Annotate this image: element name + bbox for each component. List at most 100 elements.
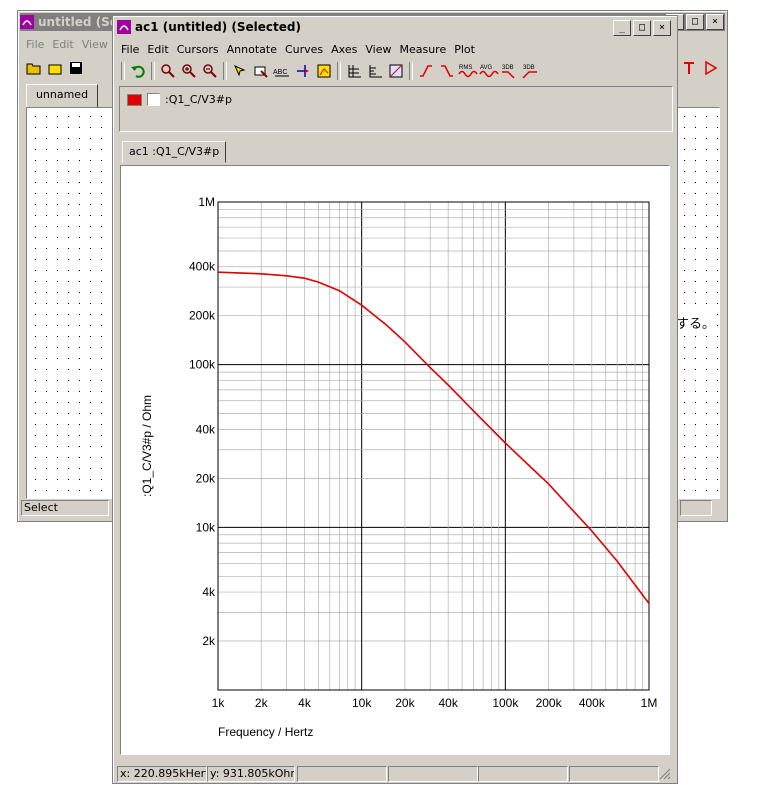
bg-maximize-button[interactable]: □ bbox=[686, 14, 704, 30]
bg-menu-view[interactable]: View bbox=[78, 38, 112, 51]
avg-label: AVG bbox=[480, 65, 493, 71]
status-cell bbox=[569, 766, 659, 782]
maximize-button[interactable]: □ bbox=[633, 20, 651, 36]
tab-plot[interactable]: ac1 :Q1_C/V3#p bbox=[122, 141, 227, 163]
toolbar-separator bbox=[121, 62, 125, 80]
y-tick-label: 10k bbox=[196, 520, 216, 534]
menu-curves[interactable]: Curves bbox=[281, 43, 327, 56]
open-folder-icon[interactable] bbox=[24, 58, 44, 78]
plot-window-titlebar[interactable]: ac1 (untitled) (Selected) bbox=[115, 18, 675, 36]
series-line[interactable] bbox=[217, 271, 650, 604]
y-tick-label: 200k bbox=[189, 309, 216, 323]
plot-window-title: ac1 (untitled) (Selected) bbox=[135, 20, 301, 34]
bg-close-button[interactable]: × bbox=[706, 14, 724, 30]
tab-plot-label: ac1 :Q1_C/V3#p bbox=[129, 145, 220, 158]
legend-entry[interactable]: :Q1_C/V3#p bbox=[127, 93, 232, 106]
rms-icon[interactable]: RMS bbox=[458, 61, 478, 81]
zoom-out-icon[interactable] bbox=[200, 61, 220, 81]
undo-icon[interactable] bbox=[128, 61, 148, 81]
3db-low-label: 3DB bbox=[502, 65, 514, 71]
minimize-button[interactable]: _ bbox=[613, 20, 631, 36]
3db-low-icon[interactable]: 3DB bbox=[500, 61, 520, 81]
x-tick-label: 4k bbox=[298, 696, 312, 710]
status-y-readout: y: 931.805kOhm bbox=[207, 766, 295, 782]
trace-color-swatch[interactable] bbox=[127, 93, 142, 106]
zoom-icon[interactable] bbox=[158, 61, 178, 81]
background-toolbar-right bbox=[680, 58, 721, 78]
arrow-flag-icon[interactable] bbox=[701, 58, 721, 78]
save-icon[interactable] bbox=[66, 58, 86, 78]
cursor-marker-icon[interactable] bbox=[293, 61, 313, 81]
pan-icon[interactable] bbox=[230, 61, 250, 81]
measure-icon[interactable] bbox=[314, 61, 334, 81]
plot-toolbar: ABC RMS AVG 3DB 3DB bbox=[119, 61, 541, 81]
y-tick-label: 2k bbox=[202, 634, 216, 648]
select-icon[interactable] bbox=[251, 61, 271, 81]
menu-edit[interactable]: Edit bbox=[143, 43, 172, 56]
plot-area[interactable]: 1k 2k 4k 10k 20k 40k 100k 200k 400k 1M 2k 4k 10k 20k 4… bbox=[120, 165, 670, 755]
menu-file[interactable]: File bbox=[117, 43, 143, 56]
background-status: Select bbox=[21, 500, 109, 516]
abc-label: ABC bbox=[273, 69, 287, 76]
y-axis-label: :Q1_C/V3#p / Ohm bbox=[140, 395, 154, 497]
bg-menu-edit[interactable]: Edit bbox=[48, 38, 77, 51]
app-icon bbox=[117, 20, 131, 34]
plot-menubar: File Edit Cursors Annotate Curves Axes V… bbox=[117, 43, 673, 56]
status-cell bbox=[478, 766, 568, 782]
x-tick-label: 100k bbox=[492, 696, 519, 710]
trace-visible-checkbox[interactable] bbox=[147, 93, 160, 106]
legend-panel: :Q1_C/V3#p bbox=[119, 86, 673, 132]
x-tick-label: 1M bbox=[641, 696, 658, 710]
y-tick-label: 40k bbox=[196, 422, 216, 436]
frequency-response-chart[interactable]: 1k 2k 4k 10k 20k 40k 100k 200k 400k 1M 2k 4k 10k 20k 4… bbox=[121, 166, 667, 752]
x-tick-label: 40k bbox=[438, 696, 458, 710]
status-cell bbox=[297, 766, 387, 782]
background-toolbar bbox=[24, 58, 86, 78]
background-status-cell bbox=[680, 500, 712, 516]
menu-axes[interactable]: Axes bbox=[327, 43, 361, 56]
y-tick-label: 100k bbox=[189, 358, 216, 372]
trace-label: :Q1_C/V3#p bbox=[165, 93, 232, 106]
axes-ticks-icon[interactable] bbox=[365, 61, 385, 81]
app-icon bbox=[20, 15, 34, 29]
tab-unnamed-label: unnamed bbox=[35, 88, 89, 101]
menu-measure[interactable]: Measure bbox=[395, 43, 450, 56]
y-tick-label: 1M bbox=[198, 195, 215, 209]
y-tick-label: 400k bbox=[189, 260, 216, 274]
status-x-readout: x: 220.895kHertz bbox=[117, 766, 207, 782]
status-cell bbox=[388, 766, 478, 782]
menu-view[interactable]: View bbox=[361, 43, 395, 56]
plot-window: ac1 (untitled) (Selected) _ □ × File Edi… bbox=[112, 15, 678, 784]
auto-scale-icon[interactable] bbox=[386, 61, 406, 81]
y-tick-label: 20k bbox=[196, 471, 216, 485]
rise-edge-icon[interactable] bbox=[416, 61, 436, 81]
probe-icon[interactable] bbox=[680, 58, 700, 78]
new-folder-icon[interactable] bbox=[45, 58, 65, 78]
x-tick-label: 200k bbox=[536, 696, 563, 710]
toolbar-separator bbox=[409, 62, 413, 80]
y-tick-label: 4k bbox=[202, 585, 216, 599]
toolbar-separator bbox=[151, 62, 155, 80]
axes-grid-icon[interactable] bbox=[344, 61, 364, 81]
x-axis-label: Frequency / Hertz bbox=[218, 725, 313, 739]
annotate-text-icon[interactable]: ABC bbox=[272, 61, 292, 81]
rms-label: RMS bbox=[459, 65, 472, 71]
menu-plot[interactable]: Plot bbox=[450, 43, 479, 56]
avg-icon[interactable]: AVG bbox=[479, 61, 499, 81]
x-tick-label: 400k bbox=[579, 696, 606, 710]
toolbar-separator bbox=[223, 62, 227, 80]
close-button[interactable]: × bbox=[653, 20, 671, 36]
tab-unnamed[interactable]: unnamed bbox=[26, 84, 98, 108]
bg-menu-file[interactable]: File bbox=[22, 38, 48, 51]
x-tick-label: 2k bbox=[255, 696, 269, 710]
3db-high-label: 3DB bbox=[523, 65, 535, 71]
x-tick-label: 10k bbox=[352, 696, 372, 710]
3db-high-icon[interactable]: 3DB bbox=[521, 61, 541, 81]
menu-annotate[interactable]: Annotate bbox=[223, 43, 281, 56]
x-tick-label: 20k bbox=[395, 696, 415, 710]
fall-edge-icon[interactable] bbox=[437, 61, 457, 81]
zoom-in-icon[interactable] bbox=[179, 61, 199, 81]
status-bar: x: 220.895kHertz y: 931.805kOhm bbox=[115, 764, 673, 782]
resize-grip-icon[interactable] bbox=[659, 768, 671, 780]
menu-cursors[interactable]: Cursors bbox=[173, 43, 223, 56]
